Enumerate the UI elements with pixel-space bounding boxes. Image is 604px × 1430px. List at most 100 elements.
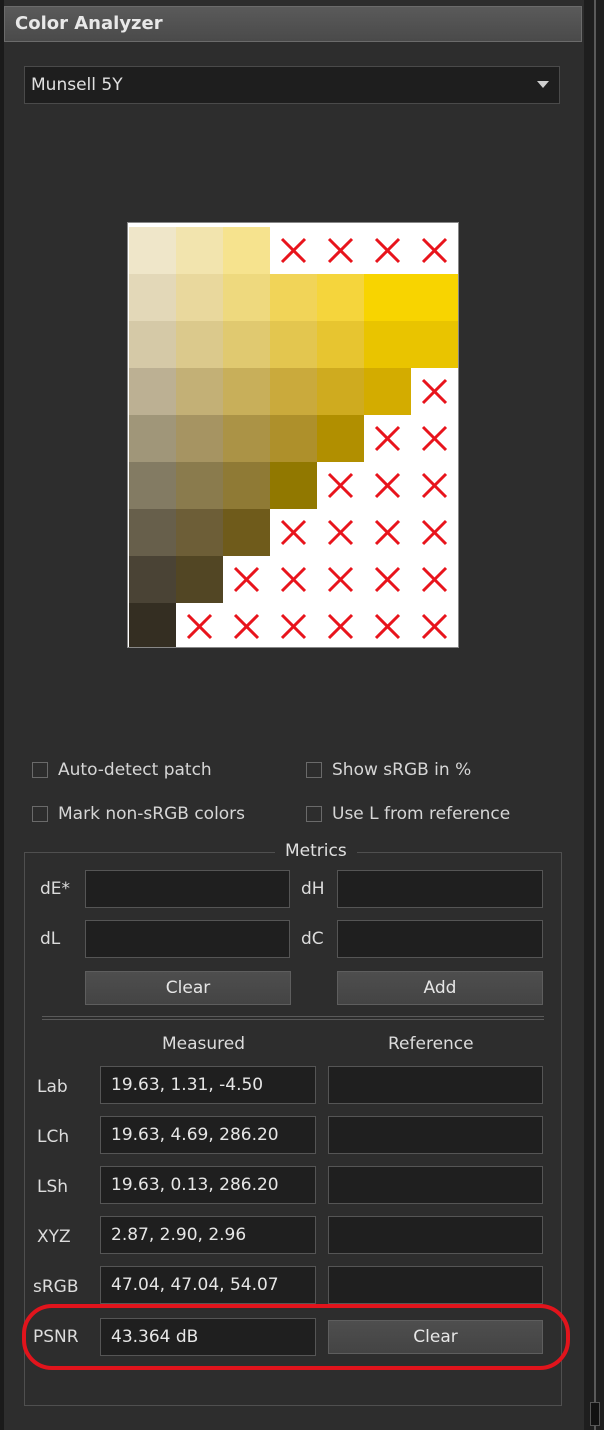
color-patch[interactable] [317,368,364,415]
color-patch[interactable] [129,274,176,321]
lch-label: LCh [37,1127,70,1147]
lsh-measured-value: 19.63, 0.13, 286.20 [111,1175,279,1195]
scrollbar-track [594,0,596,1430]
color-patch[interactable] [223,227,270,274]
color-patch[interactable] [317,415,364,462]
color-patch[interactable] [176,509,223,556]
color-patch[interactable] [176,556,223,603]
srgb-measured-field[interactable]: 47.04, 47.04, 54.07 [100,1266,316,1304]
dl-field[interactable] [85,920,290,958]
lsh-measured-field[interactable]: 19.63, 0.13, 286.20 [100,1166,316,1204]
color-patch[interactable] [176,462,223,509]
use-l-ref-checkbox[interactable] [306,806,322,822]
de-label: dE* [40,879,71,899]
color-patch[interactable] [129,509,176,556]
use-l-ref-option[interactable]: Use L from reference [306,804,556,828]
color-patch[interactable] [223,509,270,556]
show-srgb-option[interactable]: Show sRGB in % [306,760,536,784]
measured-header: Measured [162,1034,246,1054]
color-patch[interactable] [176,368,223,415]
color-patch[interactable] [176,415,223,462]
color-patch[interactable] [223,368,270,415]
color-patch[interactable] [270,274,317,321]
out-of-gamut-cross-icon [280,519,307,546]
dh-field[interactable] [337,870,543,908]
xyz-measured-field[interactable]: 2.87, 2.90, 2.96 [100,1216,316,1254]
dh-label: dH [301,879,325,899]
lsh-label: LSh [37,1177,69,1197]
color-patch[interactable] [270,321,317,368]
color-patch[interactable] [411,321,458,368]
mark-non-srgb-option[interactable]: Mark non-sRGB colors [32,804,292,828]
color-patch[interactable] [176,274,223,321]
color-patch[interactable] [129,462,176,509]
lch-reference-field[interactable] [328,1116,543,1154]
color-patch[interactable] [176,321,223,368]
right-scrollbar[interactable] [584,0,604,1430]
color-patch[interactable] [364,274,411,321]
show-srgb-checkbox[interactable] [306,762,322,778]
resize-grip[interactable] [590,1402,600,1426]
auto-detect-label: Auto-detect patch [58,760,212,780]
left-border [0,0,4,1430]
lch-measured-field[interactable]: 19.63, 4.69, 286.20 [100,1116,316,1154]
color-patch[interactable] [129,556,176,603]
out-of-gamut-cross-icon [327,566,354,593]
out-of-gamut-cross-icon [374,519,401,546]
dc-field[interactable] [337,920,543,958]
xyz-measured-value: 2.87, 2.90, 2.96 [111,1225,247,1245]
color-patch[interactable] [223,321,270,368]
out-of-gamut-cross-icon [421,472,448,499]
color-patch[interactable] [223,415,270,462]
out-of-gamut-cross-icon [421,237,448,264]
color-patch[interactable] [129,368,176,415]
color-patch[interactable] [129,227,176,274]
out-of-gamut-cross-icon [233,613,260,640]
color-patch[interactable] [176,227,223,274]
color-patch[interactable] [129,415,176,462]
out-of-gamut-cross-icon [421,378,448,405]
color-patch[interactable] [129,321,176,368]
mark-non-srgb-checkbox[interactable] [32,806,48,822]
srgb-reference-field[interactable] [328,1266,543,1304]
color-patch[interactable] [411,274,458,321]
show-srgb-label: Show sRGB in % [332,760,472,780]
panel-title: Color Analyzer [15,13,163,34]
lab-label: Lab [37,1077,68,1097]
lab-measured-field[interactable]: 19.63, 1.31, -4.50 [100,1066,316,1104]
metrics-separator [42,1016,544,1020]
color-patch[interactable] [129,603,176,647]
color-patch[interactable] [317,321,364,368]
out-of-gamut-cross-icon [233,566,260,593]
out-of-gamut-cross-icon [327,613,354,640]
munsell-patch-grid[interactable] [127,222,459,648]
color-patch[interactable] [317,274,364,321]
xyz-reference-field[interactable] [328,1216,543,1254]
out-of-gamut-cross-icon [374,613,401,640]
lab-measured-value: 19.63, 1.31, -4.50 [111,1075,264,1095]
out-of-gamut-cross-icon [374,237,401,264]
color-patch[interactable] [270,462,317,509]
color-chart-select[interactable]: Munsell 5Y [24,66,560,104]
color-patch[interactable] [270,368,317,415]
color-patch[interactable] [223,462,270,509]
panel-titlebar: Color Analyzer [4,6,582,42]
lab-reference-field[interactable] [328,1066,543,1104]
lsh-reference-field[interactable] [328,1166,543,1204]
auto-detect-checkbox[interactable] [32,762,48,778]
srgb-measured-value: 47.04, 47.04, 54.07 [111,1275,279,1295]
color-patch[interactable] [223,274,270,321]
color-patch[interactable] [364,321,411,368]
color-patch[interactable] [270,415,317,462]
out-of-gamut-cross-icon [374,472,401,499]
out-of-gamut-cross-icon [186,613,213,640]
color-patch[interactable] [364,368,411,415]
out-of-gamut-cross-icon [421,566,448,593]
de-field[interactable] [85,870,290,908]
metrics-add-button[interactable]: Add [337,971,543,1005]
auto-detect-option[interactable]: Auto-detect patch [32,760,282,784]
out-of-gamut-cross-icon [421,425,448,452]
mark-non-srgb-label: Mark non-sRGB colors [58,804,246,824]
out-of-gamut-cross-icon [280,237,307,264]
metrics-clear-button[interactable]: Clear [85,971,291,1005]
